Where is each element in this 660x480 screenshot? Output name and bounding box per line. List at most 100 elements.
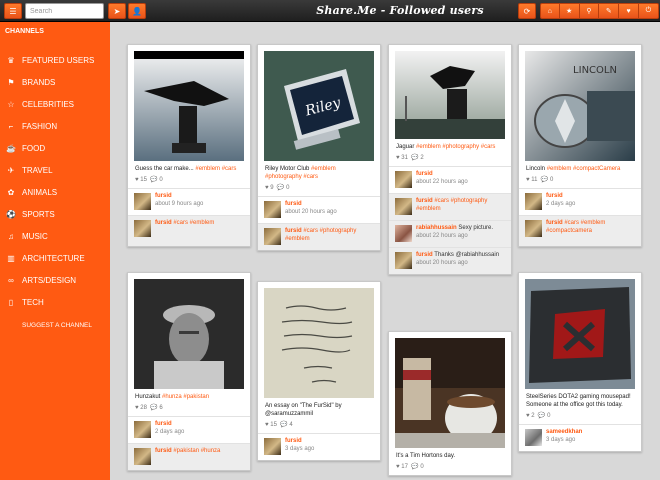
- post-card[interactable]: Jaguar #emblem #photography #cars ♥ 31 💬…: [388, 44, 512, 275]
- post-stats: ♥ 28 💬 6: [135, 405, 163, 411]
- avatar: [395, 198, 412, 215]
- pen-button[interactable]: ✎: [599, 3, 620, 19]
- avatar: [525, 429, 542, 446]
- tag-icon: ➤: [113, 6, 121, 16]
- heart-icon: ♥: [396, 155, 400, 161]
- avatar: [134, 421, 151, 438]
- post-photo[interactable]: [395, 51, 505, 139]
- power-button[interactable]: ⏻: [638, 3, 659, 19]
- post-author-row[interactable]: fursid about 20 hours ago: [258, 196, 380, 223]
- glasses-icon: ∞: [8, 275, 14, 285]
- star-button[interactable]: ★: [559, 3, 580, 19]
- post-card[interactable]: An essay on "The FurSid" by @saramuzzamm…: [257, 281, 381, 461]
- avatar: [395, 252, 412, 269]
- comment-row[interactable]: fursid #cars #emblem: [128, 215, 250, 246]
- post-photo[interactable]: [525, 279, 635, 389]
- comment-icon: 💬: [280, 422, 288, 428]
- post-author-row[interactable]: fursid 2 days ago: [519, 188, 641, 215]
- sidebar-item-arts-design[interactable]: ∞ ARTS/DESIGN: [0, 271, 110, 289]
- svg-text:LINCOLN: LINCOLN: [573, 65, 617, 76]
- user-button[interactable]: 👤: [128, 3, 146, 19]
- comment-icon: 💬: [411, 155, 419, 161]
- home-button[interactable]: ⌂: [540, 3, 560, 19]
- avatar: [525, 220, 542, 237]
- post-author-row[interactable]: fursid 3 days ago: [258, 433, 380, 460]
- heart-icon: ♥: [626, 7, 631, 15]
- sidebar-item-fashion[interactable]: ⌐ FASHION: [0, 117, 110, 135]
- sidebar-item-tech[interactable]: ▯ TECH: [0, 293, 110, 311]
- comment-row[interactable]: fursid #cars #photography #emblem: [389, 193, 511, 220]
- post-author-row[interactable]: fursid 2 days ago: [128, 416, 250, 443]
- sidebar-item-food[interactable]: ☕ FOOD: [0, 139, 110, 157]
- post-caption: It's a Tim Hortons day.: [396, 453, 456, 459]
- sidebar-item-sports[interactable]: ⚽ SPORTS: [0, 205, 110, 223]
- sidebar-item-label: FEATURED USERS: [22, 55, 95, 65]
- post-stats: ♥ 17 💬 0: [396, 464, 424, 470]
- refresh-button[interactable]: ⟳: [518, 3, 536, 19]
- post-photo[interactable]: [264, 288, 374, 398]
- menu-button[interactable]: ☰: [4, 3, 22, 19]
- post-caption: Guess the car make... #emblem #cars: [135, 166, 237, 172]
- avatar: [525, 193, 542, 210]
- post-author-row[interactable]: fursid about 9 hours ago: [128, 188, 250, 215]
- post-photo[interactable]: [395, 338, 505, 448]
- post-caption: SteelSeries DOTA2 gaming mousepad! Someo…: [526, 394, 631, 408]
- search-input[interactable]: [25, 3, 104, 19]
- sidebar-item-label: CELEBRITIES: [22, 99, 75, 109]
- post-photo[interactable]: LINCOLN: [525, 51, 635, 161]
- post-caption: Lincoln #emblem #compactCamera: [526, 166, 621, 172]
- sidebar-item-music[interactable]: ♫ MUSIC: [0, 227, 110, 245]
- comment-row[interactable]: fursid #pakistan #hunza: [128, 443, 250, 470]
- post-stats: ♥ 9 💬 0: [265, 185, 290, 191]
- music-icon: ♫: [8, 231, 14, 241]
- tag-button[interactable]: ➤: [108, 3, 126, 19]
- avatar: [264, 438, 281, 455]
- post-card[interactable]: SteelSeries DOTA2 gaming mousepad! Someo…: [518, 272, 642, 452]
- sidebar-item-featured-users[interactable]: ♛ FEATURED USERS: [0, 51, 110, 69]
- post-photo[interactable]: [134, 279, 244, 389]
- location-icon: ⚲: [586, 8, 592, 15]
- avatar: [134, 220, 151, 237]
- heart-icon: ♥: [396, 464, 400, 470]
- paw-icon: ✿: [7, 187, 15, 197]
- comment-row[interactable]: fursid #cars #photography #emblem: [258, 223, 380, 250]
- heart-icon: ♥: [526, 177, 530, 183]
- post-caption: An essay on "The FurSid" by @saramuzzamm…: [265, 403, 342, 417]
- ball-icon: ⚽: [6, 209, 16, 219]
- comment-row[interactable]: fursid Thanks @rabiahhussain about 20 hou…: [389, 247, 511, 274]
- heart-button[interactable]: ♥: [619, 3, 639, 19]
- heart-icon: ♥: [135, 177, 139, 183]
- post-stats: ♥ 11 💬 0: [526, 177, 554, 183]
- sidebar-item-label: ARTS/DESIGN: [22, 275, 77, 285]
- post-author-row[interactable]: fursid about 22 hours ago: [389, 166, 511, 193]
- location-button[interactable]: ⚲: [579, 3, 600, 19]
- post-stats: ♥ 15 💬 4: [265, 422, 293, 428]
- post-stats: ♥ 2 💬 0: [526, 413, 551, 419]
- sidebar-item-animals[interactable]: ✿ ANIMALS: [0, 183, 110, 201]
- post-card[interactable]: Riley Riley Motor Club #emblem #photogra…: [257, 44, 381, 251]
- sidebar-item-architecture[interactable]: ▥ ARCHITECTURE: [0, 249, 110, 267]
- crown-icon: ♛: [7, 55, 15, 65]
- suggest-channel-link[interactable]: SUGGEST A CHANNEL: [22, 322, 92, 329]
- sidebar-item-brands[interactable]: ⚑ BRANDS: [0, 73, 110, 91]
- post-card[interactable]: Hunzakut #hunza #pakistan ♥ 28 💬 6 fursi…: [127, 272, 251, 471]
- comment-icon: 💬: [540, 177, 549, 183]
- avatar: [395, 225, 412, 242]
- sidebar-item-label: TRAVEL: [22, 165, 53, 175]
- page-title: Share.Me - Followed users: [316, 4, 484, 17]
- comment-icon: 💬: [150, 177, 158, 183]
- sidebar-item-travel[interactable]: ✈ TRAVEL: [0, 161, 110, 179]
- sidebar-item-celebrities[interactable]: ☆ CELEBRITIES: [0, 95, 110, 113]
- post-card[interactable]: Guess the car make... #emblem #cars ♥ 15…: [127, 44, 251, 247]
- sidebar-item-label: FOOD: [22, 143, 46, 153]
- food-icon: ☕: [6, 143, 16, 153]
- post-card[interactable]: It's a Tim Hortons day. ♥ 17 💬 0: [388, 331, 512, 476]
- comment-row[interactable]: fursid #cars #emblem #compactcamera: [519, 215, 641, 246]
- sidebar-item-label: TECH: [22, 297, 44, 307]
- comment-icon: 💬: [276, 185, 285, 191]
- post-author-row[interactable]: sameedkhan 3 days ago: [519, 424, 641, 451]
- comment-row[interactable]: rabiahhussain Sexy picture. about 22 hour…: [389, 220, 511, 247]
- post-card[interactable]: LINCOLN Lincoln #emblem #compactCamera ♥…: [518, 44, 642, 247]
- post-photo[interactable]: Riley: [264, 51, 374, 161]
- post-photo[interactable]: [134, 51, 244, 161]
